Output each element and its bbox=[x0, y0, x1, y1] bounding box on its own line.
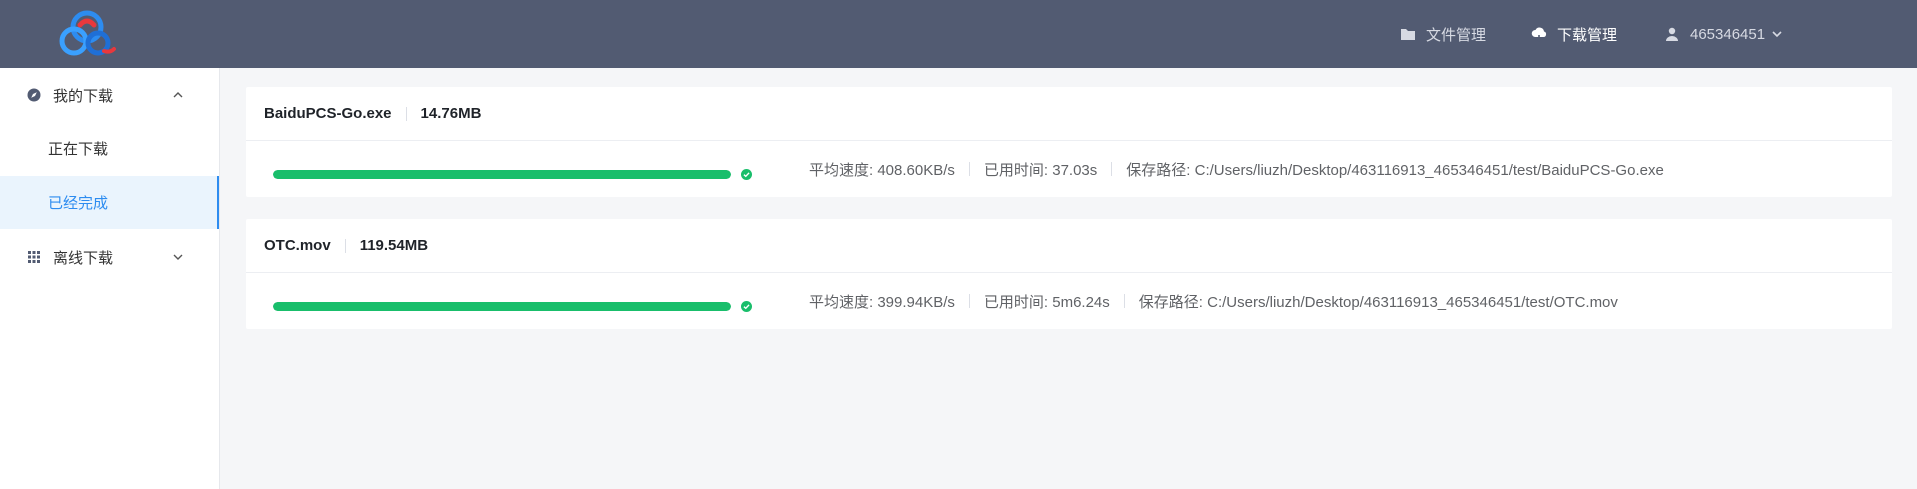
progress-fill bbox=[273, 170, 731, 179]
download-card: BaiduPCS-Go.exe 14.76MB 平均速度: 408.60KB/s… bbox=[246, 87, 1892, 197]
file-size: 119.54MB bbox=[359, 237, 429, 254]
user-menu[interactable]: 465346451 bbox=[1664, 0, 1783, 68]
divider bbox=[344, 238, 346, 253]
nav-file-management[interactable]: 文件管理 bbox=[1400, 0, 1486, 68]
user-name: 465346451 bbox=[1690, 25, 1766, 43]
sidebar: 我的下载 正在下载 已经完成 离线下载 bbox=[0, 68, 220, 489]
nav-file-management-label: 文件管理 bbox=[1426, 26, 1487, 44]
progress-bar bbox=[273, 170, 731, 179]
chevron-up-icon bbox=[173, 92, 183, 98]
elapsed-time: 已用时间: 5m6.24s bbox=[983, 293, 1110, 311]
average-speed: 平均速度: 399.94KB/s bbox=[809, 293, 955, 311]
download-card-header: OTC.mov 119.54MB bbox=[246, 219, 1892, 273]
sidebar-menu: 我的下载 正在下载 已经完成 离线下载 bbox=[0, 68, 220, 284]
file-size: 14.76MB bbox=[420, 105, 482, 122]
save-path: 保存路径: C:/Users/liuzh/Desktop/463116913_4… bbox=[1126, 161, 1664, 179]
download-stats: 平均速度: 399.94KB/s 已用时间: 5m6.24s 保存路径: C:/… bbox=[809, 273, 1618, 329]
sidebar-group-offline-downloads[interactable]: 离线下载 bbox=[0, 230, 219, 284]
sidebar-group-label: 离线下载 bbox=[53, 249, 114, 267]
progress-fill bbox=[273, 302, 731, 311]
sidebar-item-downloading[interactable]: 正在下载 bbox=[0, 122, 219, 175]
download-card-body: 平均速度: 408.60KB/s 已用时间: 37.03s 保存路径: C:/U… bbox=[246, 141, 1892, 197]
sidebar-group-label: 我的下载 bbox=[53, 87, 114, 105]
top-header: 文件管理 下载管理 465346451 bbox=[0, 0, 1917, 68]
sidebar-item-label: 已经完成 bbox=[48, 195, 109, 212]
sidebar-item-completed[interactable]: 已经完成 bbox=[0, 176, 219, 229]
file-name: OTC.mov bbox=[264, 237, 331, 254]
save-path: 保存路径: C:/Users/liuzh/Desktop/463116913_4… bbox=[1138, 293, 1618, 311]
download-card-header: BaiduPCS-Go.exe 14.76MB bbox=[246, 87, 1892, 141]
divider bbox=[968, 162, 970, 176]
average-speed: 平均速度: 408.60KB/s bbox=[809, 161, 955, 179]
cloud-download-icon bbox=[1531, 27, 1547, 42]
app-logo-icon[interactable] bbox=[54, 7, 120, 59]
chevron-down-icon bbox=[1772, 31, 1782, 38]
divider bbox=[1111, 162, 1113, 176]
user-icon bbox=[1666, 27, 1678, 41]
download-stats: 平均速度: 408.60KB/s 已用时间: 37.03s 保存路径: C:/U… bbox=[809, 141, 1664, 197]
sidebar-item-label: 正在下载 bbox=[48, 141, 109, 158]
folder-icon bbox=[1401, 29, 1415, 40]
check-circle-icon bbox=[741, 169, 752, 180]
check-circle-icon bbox=[741, 301, 752, 312]
elapsed-time: 已用时间: 37.03s bbox=[983, 161, 1098, 179]
divider bbox=[1123, 294, 1125, 308]
download-card: OTC.mov 119.54MB 平均速度: 399.94KB/s 已用时间: … bbox=[246, 219, 1892, 329]
download-card-body: 平均速度: 399.94KB/s 已用时间: 5m6.24s 保存路径: C:/… bbox=[246, 273, 1892, 329]
file-name: BaiduPCS-Go.exe bbox=[264, 105, 392, 122]
divider bbox=[405, 106, 407, 121]
chevron-down-icon bbox=[173, 254, 183, 260]
compass-icon bbox=[27, 88, 41, 102]
divider bbox=[968, 294, 970, 308]
grid-icon bbox=[28, 251, 40, 263]
sidebar-group-my-downloads[interactable]: 我的下载 bbox=[0, 68, 219, 122]
progress-bar bbox=[273, 302, 731, 311]
nav-download-management-label: 下载管理 bbox=[1557, 26, 1618, 44]
nav-download-management[interactable]: 下载管理 bbox=[1531, 0, 1617, 68]
